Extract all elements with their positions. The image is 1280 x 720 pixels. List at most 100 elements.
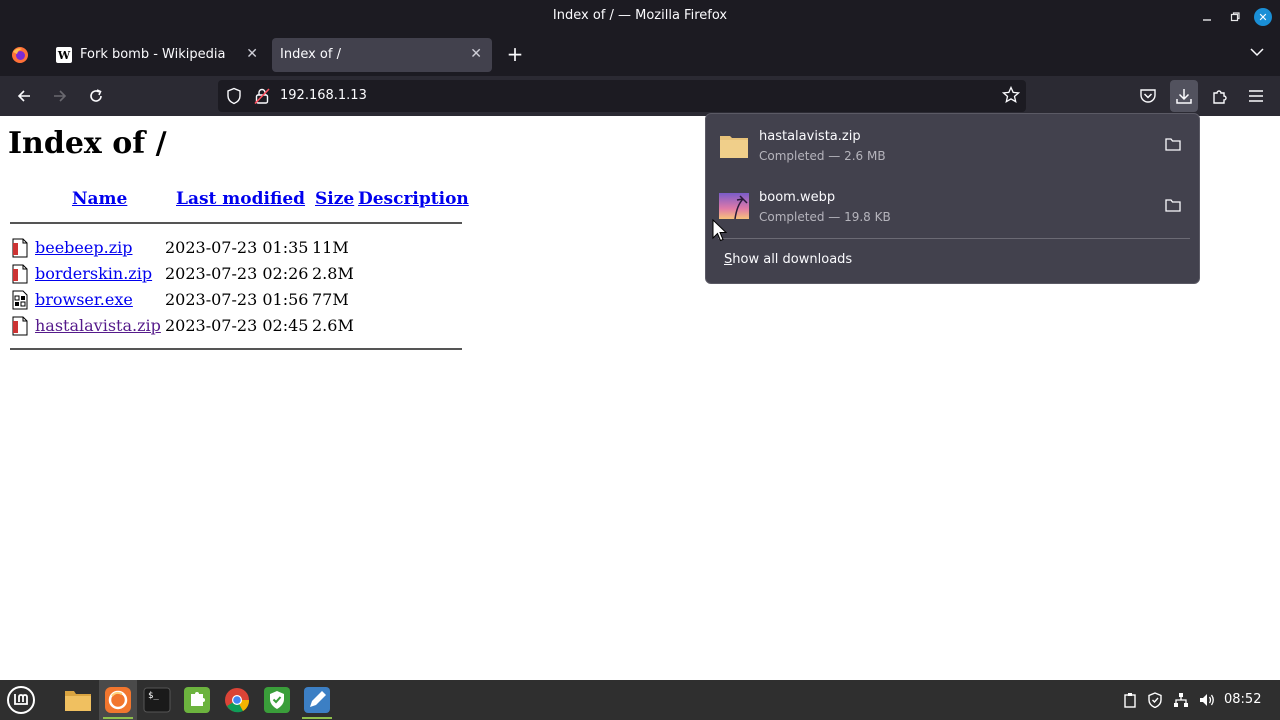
tab-strip: W Fork bomb - Wikipedia ✕ Index of / ✕ + xyxy=(0,34,1280,76)
star-icon xyxy=(1001,85,1021,104)
tracking-protection-icon[interactable] xyxy=(226,87,242,109)
back-button[interactable] xyxy=(12,84,36,108)
open-folder-button[interactable] xyxy=(1165,136,1181,155)
chrome-icon xyxy=(225,688,250,713)
firefox-launcher[interactable] xyxy=(102,684,134,716)
column-header-description[interactable]: Description xyxy=(358,189,469,209)
app-menu-button[interactable] xyxy=(1244,84,1268,108)
binary-icon xyxy=(12,290,28,310)
file-modified: 2023-07-23 01:35 xyxy=(165,238,309,257)
zip-file-icon xyxy=(720,136,748,158)
page-heading: Index of / xyxy=(8,126,167,161)
file-modified: 2023-07-23 02:45 xyxy=(165,316,309,335)
file-modified: 2023-07-23 01:56 xyxy=(165,290,309,309)
chrome-launcher[interactable] xyxy=(221,684,253,716)
title-bar: Index of / — Mozilla Firefox ✕ xyxy=(0,0,1280,34)
file-size: 2.8M xyxy=(312,264,354,283)
svg-text:$_: $_ xyxy=(148,691,159,701)
start-menu-button[interactable] xyxy=(5,684,37,716)
forward-button[interactable] xyxy=(48,84,72,108)
image-thumbnail-icon xyxy=(719,193,749,220)
divider xyxy=(718,238,1190,239)
minimize-button[interactable] xyxy=(1196,6,1218,28)
wikipedia-icon: W xyxy=(56,47,72,63)
reload-button[interactable] xyxy=(84,84,108,108)
file-link[interactable]: browser.exe xyxy=(35,290,133,309)
terminal-icon: $_ xyxy=(143,687,171,713)
close-window-button[interactable]: ✕ xyxy=(1252,6,1274,28)
pocket-button[interactable] xyxy=(1136,84,1160,108)
volume-tray-icon[interactable] xyxy=(1197,690,1217,710)
file-link[interactable]: hastalavista.zip xyxy=(35,316,161,335)
close-tab-icon[interactable]: ✕ xyxy=(470,46,482,62)
divider xyxy=(10,222,462,224)
open-folder-button[interactable] xyxy=(1165,197,1181,216)
terminal-launcher[interactable]: $_ xyxy=(141,684,173,716)
close-tab-icon[interactable]: ✕ xyxy=(246,46,258,62)
navigation-toolbar: 192.168.1.13 xyxy=(0,76,1280,116)
shield-icon xyxy=(264,687,290,713)
column-header-size[interactable]: Size xyxy=(315,189,354,209)
chevron-down-icon xyxy=(1250,48,1264,57)
reload-icon xyxy=(90,89,102,102)
taskbar: $_ 08:52 xyxy=(0,680,1280,720)
file-link[interactable]: borderskin.zip xyxy=(35,264,152,283)
shield-icon xyxy=(1148,692,1162,708)
shield-icon xyxy=(227,87,241,105)
clock[interactable]: 08:52 xyxy=(1224,692,1261,707)
firefox-icon xyxy=(12,47,28,63)
downloads-button[interactable] xyxy=(1172,84,1196,108)
file-link[interactable]: beebeep.zip xyxy=(35,238,132,257)
download-status: Completed — 19.8 KB xyxy=(759,210,891,224)
close-icon: ✕ xyxy=(1254,8,1272,26)
show-all-label: how all downloads xyxy=(732,252,853,267)
clipboard-icon xyxy=(1124,693,1136,708)
download-item[interactable]: boom.webp Completed — 19.8 KB xyxy=(706,179,1199,235)
downloads-panel: hastalavista.zip Completed — 2.6 MB boom… xyxy=(705,113,1200,284)
extensions-button[interactable] xyxy=(1208,84,1232,108)
network-tray-icon[interactable] xyxy=(1171,690,1191,710)
puzzle-icon xyxy=(184,687,210,713)
compressed-icon xyxy=(12,238,28,258)
volume-icon xyxy=(1200,694,1214,706)
update-shield-tray-icon[interactable] xyxy=(1145,690,1165,710)
folder-icon xyxy=(1165,138,1181,151)
bookmark-star-icon[interactable] xyxy=(1001,85,1021,108)
arrow-right-icon xyxy=(54,90,67,102)
window-title: Index of / — Mozilla Firefox xyxy=(552,8,728,23)
column-header-name[interactable]: Name xyxy=(72,189,127,209)
firefox-view-button[interactable] xyxy=(8,43,32,67)
file-size: 2.6M xyxy=(312,316,354,335)
insecure-lock-icon[interactable] xyxy=(254,87,270,109)
show-all-downloads-button[interactable]: Show all downloads xyxy=(724,252,852,267)
puzzle-icon xyxy=(1213,90,1227,104)
new-tab-button[interactable]: + xyxy=(504,44,526,66)
tab-label: Fork bomb - Wikipedia xyxy=(80,47,226,62)
url-bar[interactable]: 192.168.1.13 xyxy=(218,80,1026,112)
column-header-last-modified[interactable]: Last modified xyxy=(176,189,305,209)
file-size: 77M xyxy=(312,290,349,309)
compressed-icon xyxy=(12,316,28,336)
text-editor-launcher[interactable] xyxy=(301,684,333,716)
maximize-button[interactable] xyxy=(1224,6,1246,28)
lock-icon xyxy=(254,88,270,105)
mouse-cursor-icon xyxy=(712,219,728,242)
software-manager-launcher[interactable] xyxy=(181,684,213,716)
hamburger-icon xyxy=(1249,90,1263,102)
firefox-icon xyxy=(105,687,131,713)
list-all-tabs-button[interactable] xyxy=(1250,46,1264,61)
security-app-launcher[interactable] xyxy=(261,684,293,716)
running-indicator xyxy=(103,717,133,719)
pocket-icon xyxy=(1140,89,1156,103)
download-item[interactable]: hastalavista.zip Completed — 2.6 MB xyxy=(706,118,1199,174)
files-launcher[interactable] xyxy=(62,684,94,716)
url-text: 192.168.1.13 xyxy=(280,88,367,103)
tab-fork-bomb[interactable]: W Fork bomb - Wikipedia ✕ xyxy=(46,38,268,72)
arrow-left-icon xyxy=(17,90,30,102)
linux-mint-icon xyxy=(7,686,35,714)
download-filename: hastalavista.zip xyxy=(759,129,861,144)
folder-icon xyxy=(65,691,91,711)
clipboard-tray-icon[interactable] xyxy=(1120,690,1140,710)
file-modified: 2023-07-23 02:26 xyxy=(165,264,309,283)
tab-index[interactable]: Index of / ✕ xyxy=(272,38,492,72)
